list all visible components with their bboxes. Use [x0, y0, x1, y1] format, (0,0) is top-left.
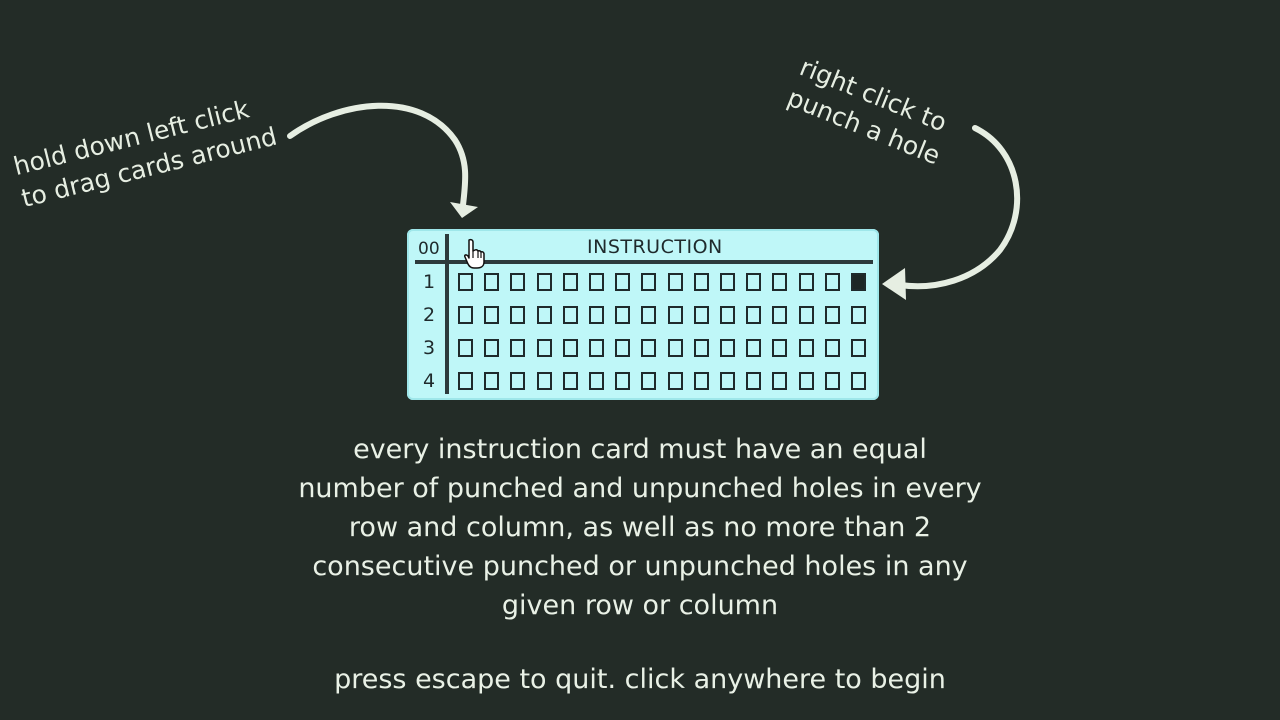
rules-line-1: every instruction card must have an equa… [353, 434, 927, 465]
hole-r3-c16[interactable] [851, 339, 866, 357]
hole-r1-c5[interactable] [562, 273, 578, 291]
hole-r4-c10[interactable] [693, 372, 709, 390]
hole-r2-c6[interactable] [589, 306, 604, 324]
hole-r4-c11[interactable] [720, 372, 735, 390]
hole-r3-c9[interactable] [667, 339, 683, 357]
hole-r1-c8[interactable] [641, 273, 657, 291]
hole-r3-c15[interactable] [824, 339, 840, 357]
hole-r2-c13[interactable] [772, 306, 788, 324]
hole-r4-c14[interactable] [798, 372, 814, 390]
hand-pointer-icon [464, 238, 485, 269]
hole-r4-c12[interactable] [746, 372, 762, 390]
hole-r4-c1[interactable] [458, 372, 473, 390]
card-number: 00 [418, 239, 440, 259]
hole-r2-c9[interactable] [667, 306, 683, 324]
hole-r1-c3[interactable] [510, 273, 526, 291]
hole-r1-c1[interactable] [458, 273, 473, 291]
hole-r4-c2[interactable] [484, 372, 500, 390]
hole-r2-c11[interactable] [720, 306, 735, 324]
hole-r1-c13[interactable] [772, 273, 788, 291]
start-prompt: press escape to quit. click anywhere to … [334, 664, 946, 695]
hole-r1-c15[interactable] [824, 273, 840, 291]
hole-r2-c3[interactable] [510, 306, 526, 324]
hole-r2-c1[interactable] [458, 306, 473, 324]
row-label-1: 1 [422, 271, 436, 293]
hole-r3-c11[interactable] [720, 339, 735, 357]
hole-r1-c4[interactable] [536, 273, 552, 291]
hole-r4-c16[interactable] [851, 372, 866, 390]
hole-r2-c15[interactable] [824, 306, 840, 324]
hole-r2-c8[interactable] [641, 306, 657, 324]
right-arrowhead-icon [882, 268, 906, 300]
hole-r2-c16[interactable] [851, 306, 866, 324]
hole-r4-c8[interactable] [641, 372, 657, 390]
hole-r4-c6[interactable] [589, 372, 604, 390]
hole-r3-c3[interactable] [510, 339, 526, 357]
hole-r4-c3[interactable] [510, 372, 526, 390]
rules-text: every instruction card must have an equa… [290, 430, 990, 625]
hole-r4-c4[interactable] [536, 372, 552, 390]
hole-r1-c14[interactable] [798, 273, 814, 291]
hole-r4-c7[interactable] [615, 372, 631, 390]
hole-r3-c14[interactable] [798, 339, 814, 357]
hole-r3-c13[interactable] [772, 339, 788, 357]
card-title: INSTRUCTION [587, 236, 723, 258]
card-divider-vertical [445, 234, 449, 394]
hole-r4-c15[interactable] [824, 372, 840, 390]
row-label-3: 3 [422, 337, 436, 359]
hole-r3-c10[interactable] [693, 339, 709, 357]
hole-r2-c4[interactable] [536, 306, 552, 324]
hole-r4-c13[interactable] [772, 372, 788, 390]
hole-r1-c7[interactable] [615, 273, 631, 291]
hole-r2-c12[interactable] [746, 306, 762, 324]
hole-r2-c2[interactable] [484, 306, 500, 324]
hole-r3-c8[interactable] [641, 339, 657, 357]
hole-r2-c7[interactable] [615, 306, 631, 324]
hole-r1-c11[interactable] [720, 273, 735, 291]
hole-r2-c10[interactable] [693, 306, 709, 324]
hole-r3-c12[interactable] [746, 339, 762, 357]
hole-r1-c10[interactable] [693, 273, 709, 291]
hole-r3-c2[interactable] [484, 339, 500, 357]
rules-line-4: consecutive punched or unpunched holes i… [312, 551, 968, 582]
rules-line-2: number of punched and unpunched holes in… [298, 473, 982, 504]
hole-r3-c5[interactable] [562, 339, 578, 357]
hole-r3-c7[interactable] [615, 339, 631, 357]
row-label-2: 2 [422, 304, 436, 326]
row-label-4: 4 [422, 370, 436, 392]
hole-r1-c12[interactable] [746, 273, 762, 291]
hole-r3-c6[interactable] [589, 339, 604, 357]
hole-r3-c4[interactable] [536, 339, 552, 357]
hole-r2-c14[interactable] [798, 306, 814, 324]
hole-r1-c16[interactable] [851, 273, 866, 291]
hole-r1-c6[interactable] [589, 273, 604, 291]
hole-r4-c9[interactable] [667, 372, 683, 390]
hole-r1-c2[interactable] [484, 273, 500, 291]
rules-line-5: given row or column [501, 590, 779, 621]
hole-r3-c1[interactable] [458, 339, 473, 357]
hole-r2-c5[interactable] [562, 306, 578, 324]
rules-line-3: row and column, as well as no more than … [348, 512, 932, 543]
left-arrow-icon [287, 102, 469, 208]
hole-r4-c5[interactable] [562, 372, 578, 390]
hole-r1-c9[interactable] [667, 273, 683, 291]
